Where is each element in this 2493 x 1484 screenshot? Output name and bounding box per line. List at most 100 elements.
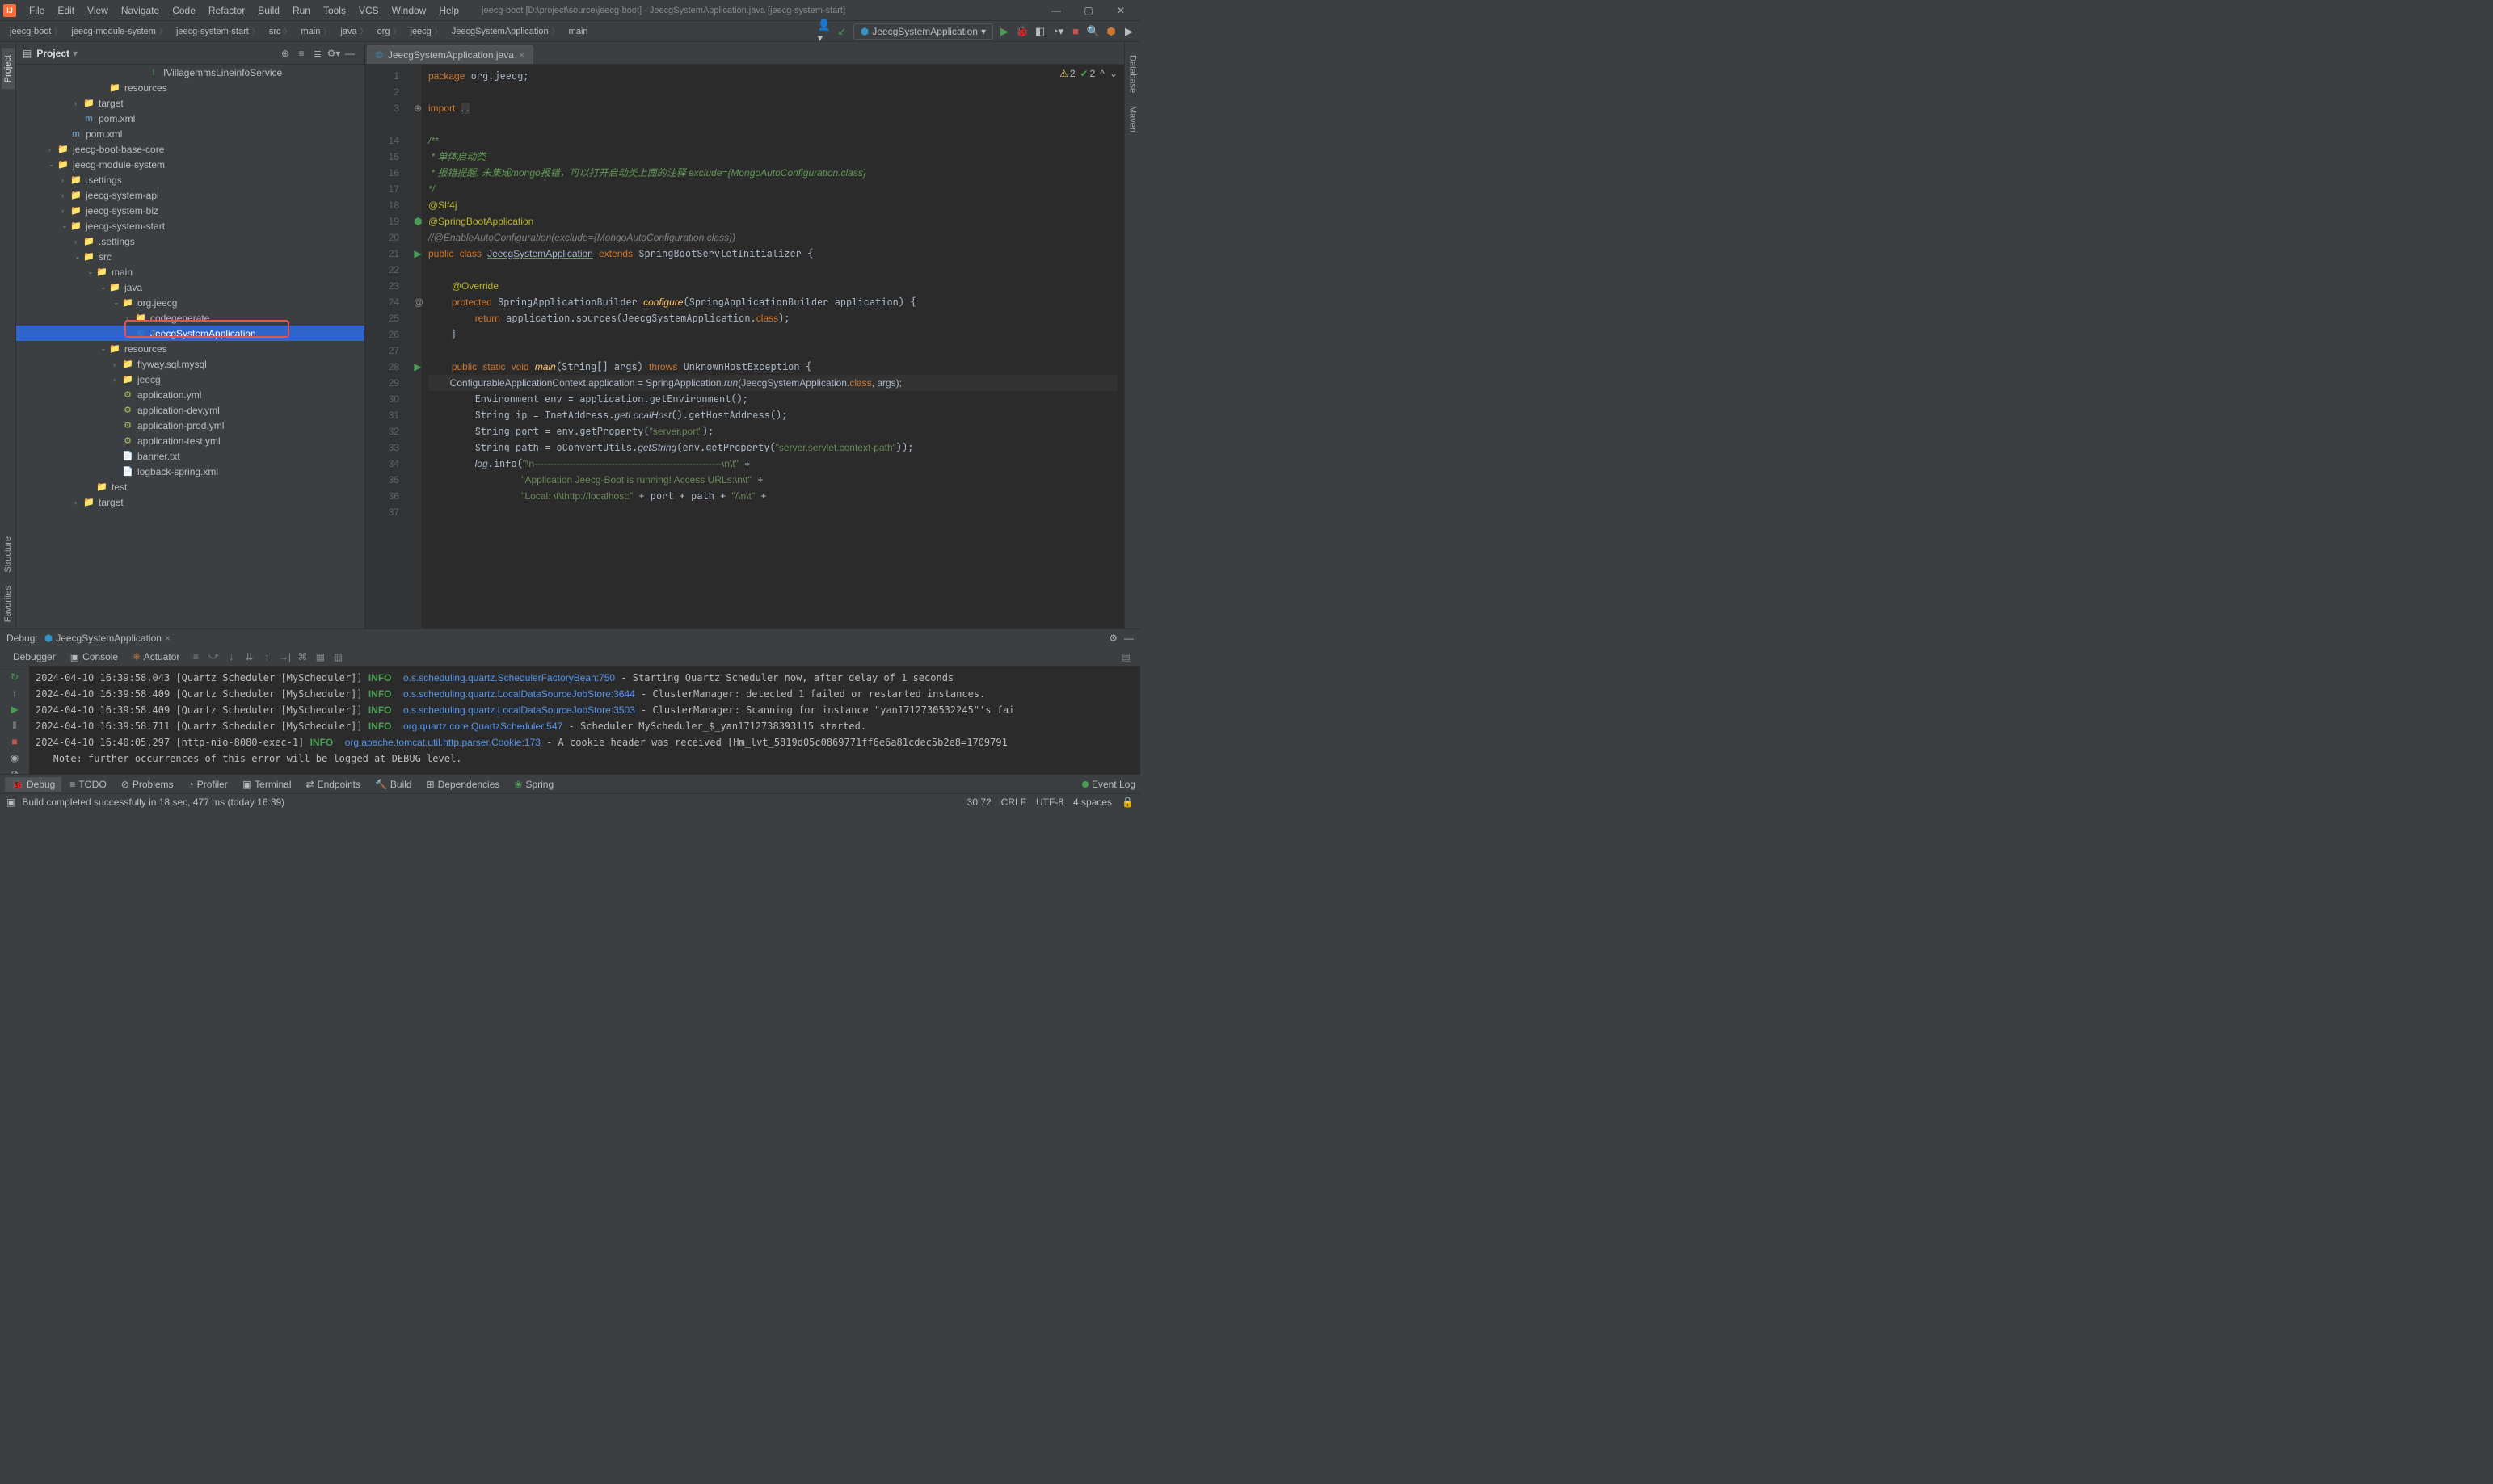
menu-refactor[interactable]: Refactor (202, 5, 251, 16)
locate-icon[interactable]: ⊕ (277, 48, 293, 59)
crumb-8[interactable]: JeecgSystemApplication (447, 26, 564, 36)
tree-row[interactable]: ›📁.settings (16, 233, 364, 249)
tree-row[interactable]: ⌄📁main (16, 264, 364, 280)
maximize-button[interactable]: ▢ (1072, 0, 1105, 21)
console-output[interactable]: 2024-04-10 16:39:58.043 [Quartz Schedule… (29, 666, 1140, 774)
left-tab-project[interactable]: Project (2, 48, 15, 89)
tree-row[interactable]: ›📁jeecg-system-api (16, 187, 364, 203)
update-icon[interactable]: ↑ (7, 687, 22, 699)
tree-row[interactable]: ›📁jeecg-system-biz (16, 203, 364, 218)
coverage-button[interactable]: ◧ (1034, 25, 1046, 38)
vcs-update-icon[interactable]: ↙ (836, 25, 849, 38)
resume-icon[interactable]: ▶ (7, 704, 22, 715)
stop-button[interactable]: ■ (1069, 25, 1082, 38)
file-encoding[interactable]: UTF-8 (1036, 797, 1063, 808)
gear-icon[interactable]: ⚙ (1109, 633, 1118, 644)
pause-icon[interactable]: ‖ (7, 720, 22, 731)
btab-endpoints[interactable]: ⇄Endpoints (300, 777, 367, 792)
tree-row[interactable]: ©JeecgSystemApplication (16, 326, 364, 341)
btab-dependencies[interactable]: ⊞Dependencies (420, 777, 507, 792)
console-tab[interactable]: ▣Console (64, 650, 124, 664)
hide-icon[interactable]: — (1124, 633, 1134, 644)
tree-row[interactable]: ⌄📁src (16, 249, 364, 264)
line-number-gutter[interactable]: 123 141516171819202122232425262728293031… (365, 65, 414, 628)
menu-code[interactable]: Code (166, 5, 202, 16)
frames-icon[interactable]: ▥ (330, 651, 346, 662)
tree-row[interactable]: ›📁codegenerate (16, 310, 364, 326)
crumb-7[interactable]: jeecg (406, 26, 447, 36)
tree-row[interactable]: ›📁flyway.sql.mysql (16, 356, 364, 372)
tree-row[interactable]: 📄logback-spring.xml (16, 464, 364, 479)
btab-terminal[interactable]: ▣Terminal (236, 777, 298, 792)
gear-icon[interactable]: ⚙▾ (326, 48, 342, 59)
tree-row[interactable]: ⌄📁org.jeecg (16, 295, 364, 310)
tree-row[interactable]: ⌄📁jeecg-module-system (16, 157, 364, 172)
btab-debug[interactable]: 🐞Debug (5, 777, 61, 792)
force-step-icon[interactable]: ⇊ (241, 651, 257, 662)
menu-tools[interactable]: Tools (317, 5, 352, 16)
crumb-4[interactable]: main (297, 26, 336, 36)
crumb-9[interactable]: main (564, 27, 596, 36)
right-tab-database[interactable]: Database (1126, 48, 1139, 99)
close-button[interactable]: ✕ (1105, 0, 1137, 21)
actuator-tab[interactable]: ⎈Actuator (126, 649, 186, 664)
ide-settings-icon[interactable]: ⬢ (1105, 25, 1118, 38)
left-tab-structure[interactable]: Structure (2, 530, 15, 579)
crumb-6[interactable]: org (373, 26, 406, 36)
step-over-icon[interactable]: ⤻ (205, 650, 221, 662)
btab-build[interactable]: 🔨Build (368, 777, 419, 792)
tree-row[interactable]: ›📁target (16, 494, 364, 510)
tree-row[interactable]: ⚙application-prod.yml (16, 418, 364, 433)
tree-row[interactable]: ›📁.settings (16, 172, 364, 187)
mute-icon[interactable]: ⊘ (7, 768, 22, 774)
run-config-selector[interactable]: ⬢ JeecgSystemApplication ▾ (853, 23, 993, 40)
tree-row[interactable]: ⌄📁jeecg-system-start (16, 218, 364, 233)
run-gutter-icon[interactable]: ▶ (414, 246, 422, 262)
menu-file[interactable]: File (23, 5, 51, 16)
tree-row[interactable]: 📄banner.txt (16, 448, 364, 464)
menu-edit[interactable]: Edit (51, 5, 81, 16)
right-tab-maven[interactable]: Maven (1126, 99, 1139, 139)
layout-icon[interactable]: ▤ (1118, 651, 1134, 662)
btab-spring[interactable]: ❀Spring (507, 777, 560, 792)
minimize-button[interactable]: — (1040, 0, 1072, 21)
line-separator[interactable]: CRLF (1001, 797, 1026, 808)
run-button[interactable]: ▶ (998, 25, 1011, 38)
menu-view[interactable]: View (81, 5, 115, 16)
chevron-down-icon[interactable]: ⌄ (1110, 68, 1118, 79)
profile-button[interactable]: ◔▾ (1051, 25, 1064, 38)
chevron-down-icon[interactable]: ▾ (73, 48, 78, 59)
tree-row[interactable]: 📁test (16, 479, 364, 494)
code-editor[interactable]: package org.jeecg; import ... /** * 单体启动… (422, 65, 1124, 628)
menu-run[interactable]: Run (286, 5, 317, 16)
stop-icon[interactable]: ■ (7, 736, 22, 747)
run-to-cursor-icon[interactable]: →| (276, 651, 293, 662)
btab-problems[interactable]: ⊘Problems (115, 777, 180, 792)
crumb-1[interactable]: jeecg-module-system (66, 26, 171, 36)
crumb-0[interactable]: jeecg-boot (5, 26, 66, 36)
run-gutter-icon[interactable]: ▶ (414, 359, 422, 375)
code-analysis-indicator[interactable]: 2 2 ^ ⌄ (1059, 68, 1118, 79)
debug-tab[interactable]: ⬢JeecgSystemApplication × (44, 633, 171, 644)
event-log-button[interactable]: Event Log (1082, 779, 1135, 790)
expand-all-icon[interactable]: ≡ (293, 48, 310, 59)
tree-row[interactable]: 📁resources (16, 80, 364, 95)
caret-position[interactable]: 30:72 (967, 797, 992, 808)
tree-row[interactable]: ›📁jeecg-boot-base-core (16, 141, 364, 157)
tree-row[interactable]: ⚙application-dev.yml (16, 402, 364, 418)
tree-row[interactable]: ›📁jeecg (16, 372, 364, 387)
close-tab-icon[interactable]: × (519, 49, 524, 61)
debugger-tab[interactable]: Debugger (6, 650, 62, 664)
run-gutter-icon[interactable]: ⬢ (414, 213, 422, 229)
project-tree[interactable]: IIVillagemmsLineinfoService📁resources›📁t… (16, 65, 364, 628)
editor-tab[interactable]: © JeecgSystemApplication.java × (367, 45, 533, 64)
trace-icon[interactable]: ▦ (312, 651, 328, 662)
btab-profiler[interactable]: ◔Profiler (182, 777, 234, 792)
menu-build[interactable]: Build (251, 5, 286, 16)
plugin-icon[interactable]: ▶ (1122, 25, 1135, 38)
tree-row[interactable]: ›📁target (16, 95, 364, 111)
step-into-icon[interactable]: ↓ (223, 651, 239, 662)
menu-window[interactable]: Window (385, 5, 433, 16)
tree-row[interactable]: mpom.xml (16, 111, 364, 126)
breakpoints-icon[interactable]: ◉ (7, 752, 22, 763)
